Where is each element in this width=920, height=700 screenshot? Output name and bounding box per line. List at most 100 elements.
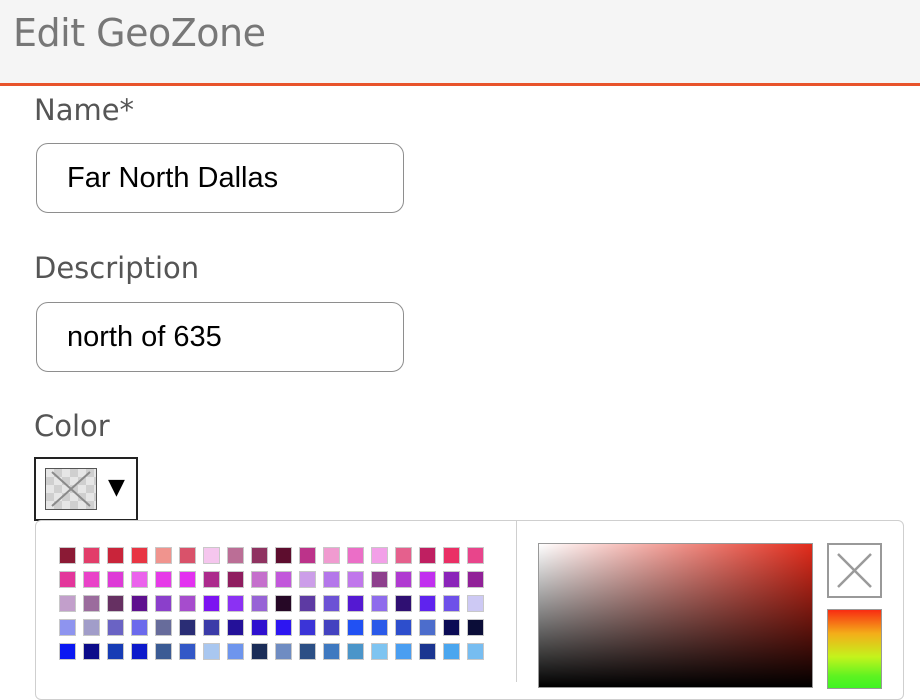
color-swatch[interactable]: [419, 571, 436, 588]
color-swatch[interactable]: [83, 547, 100, 564]
color-swatch[interactable]: [131, 643, 148, 660]
color-swatch[interactable]: [443, 643, 460, 660]
color-swatch[interactable]: [419, 619, 436, 636]
color-swatch[interactable]: [179, 595, 196, 612]
color-swatch[interactable]: [251, 547, 268, 564]
color-swatch[interactable]: [251, 643, 268, 660]
color-swatch[interactable]: [83, 619, 100, 636]
color-swatch[interactable]: [419, 643, 436, 660]
color-swatch[interactable]: [467, 643, 484, 660]
color-swatch[interactable]: [323, 595, 340, 612]
color-swatch[interactable]: [59, 643, 76, 660]
color-swatch[interactable]: [227, 595, 244, 612]
color-swatch[interactable]: [155, 547, 172, 564]
color-swatch[interactable]: [395, 571, 412, 588]
color-swatch[interactable]: [107, 643, 124, 660]
color-swatch[interactable]: [227, 547, 244, 564]
name-input[interactable]: [36, 143, 404, 213]
color-swatch[interactable]: [155, 643, 172, 660]
color-swatch[interactable]: [395, 643, 412, 660]
color-swatch[interactable]: [155, 571, 172, 588]
color-swatch[interactable]: [347, 619, 364, 636]
color-swatch[interactable]: [443, 571, 460, 588]
clear-color-button[interactable]: [827, 543, 882, 598]
page-title: Edit GeoZone: [13, 11, 266, 55]
color-swatch[interactable]: [347, 571, 364, 588]
color-swatch[interactable]: [323, 547, 340, 564]
color-swatch[interactable]: [227, 619, 244, 636]
color-swatch[interactable]: [419, 595, 436, 612]
color-swatch[interactable]: [131, 595, 148, 612]
color-swatch[interactable]: [299, 619, 316, 636]
color-swatch[interactable]: [203, 595, 220, 612]
hue-slider[interactable]: [827, 609, 882, 689]
color-swatch[interactable]: [299, 547, 316, 564]
color-swatch[interactable]: [395, 547, 412, 564]
color-swatch[interactable]: [251, 619, 268, 636]
color-swatch[interactable]: [83, 643, 100, 660]
color-swatch[interactable]: [203, 619, 220, 636]
color-swatch[interactable]: [227, 571, 244, 588]
color-swatch[interactable]: [107, 571, 124, 588]
color-swatch[interactable]: [83, 595, 100, 612]
color-swatch[interactable]: [371, 619, 388, 636]
color-swatch[interactable]: [227, 643, 244, 660]
color-swatch[interactable]: [131, 571, 148, 588]
color-swatch[interactable]: [107, 619, 124, 636]
color-swatch[interactable]: [275, 595, 292, 612]
color-swatch[interactable]: [251, 571, 268, 588]
color-swatch[interactable]: [203, 547, 220, 564]
color-swatch[interactable]: [107, 595, 124, 612]
color-swatch[interactable]: [155, 619, 172, 636]
color-swatch[interactable]: [59, 547, 76, 564]
color-label: Color: [34, 409, 110, 443]
color-swatch[interactable]: [107, 547, 124, 564]
color-swatch[interactable]: [59, 619, 76, 636]
color-swatch[interactable]: [179, 643, 196, 660]
color-swatch[interactable]: [299, 571, 316, 588]
color-swatch[interactable]: [83, 571, 100, 588]
color-swatch[interactable]: [275, 619, 292, 636]
color-swatch[interactable]: [251, 595, 268, 612]
color-swatch[interactable]: [59, 595, 76, 612]
color-swatch[interactable]: [323, 643, 340, 660]
color-swatch[interactable]: [443, 547, 460, 564]
color-swatch[interactable]: [275, 571, 292, 588]
name-label: Name*: [34, 93, 135, 127]
color-swatch[interactable]: [275, 643, 292, 660]
color-swatch[interactable]: [59, 571, 76, 588]
color-swatch[interactable]: [275, 547, 292, 564]
color-swatch[interactable]: [467, 619, 484, 636]
color-swatch[interactable]: [371, 643, 388, 660]
color-swatch[interactable]: [443, 595, 460, 612]
color-swatch[interactable]: [467, 547, 484, 564]
color-swatch[interactable]: [155, 595, 172, 612]
color-swatch[interactable]: [179, 619, 196, 636]
color-swatch[interactable]: [323, 619, 340, 636]
saturation-value-picker[interactable]: [538, 543, 813, 688]
description-input[interactable]: [36, 302, 404, 372]
color-swatch[interactable]: [203, 571, 220, 588]
color-swatch[interactable]: [299, 643, 316, 660]
color-swatch[interactable]: [323, 571, 340, 588]
color-swatch[interactable]: [371, 595, 388, 612]
color-swatch[interactable]: [347, 595, 364, 612]
color-swatch[interactable]: [347, 643, 364, 660]
color-swatch[interactable]: [203, 643, 220, 660]
color-swatch[interactable]: [131, 547, 148, 564]
color-swatch[interactable]: [299, 595, 316, 612]
color-swatch[interactable]: [395, 619, 412, 636]
color-swatch[interactable]: [179, 547, 196, 564]
color-swatch[interactable]: [419, 547, 436, 564]
color-swatch[interactable]: [371, 547, 388, 564]
color-swatch[interactable]: [467, 595, 484, 612]
color-dropdown-button[interactable]: ▼: [34, 457, 138, 521]
color-swatch[interactable]: [395, 595, 412, 612]
color-swatch[interactable]: [347, 547, 364, 564]
color-swatch[interactable]: [131, 619, 148, 636]
color-swatch[interactable]: [179, 571, 196, 588]
color-swatch[interactable]: [443, 619, 460, 636]
color-swatch[interactable]: [371, 571, 388, 588]
description-label: Description: [34, 251, 200, 285]
color-swatch[interactable]: [467, 571, 484, 588]
